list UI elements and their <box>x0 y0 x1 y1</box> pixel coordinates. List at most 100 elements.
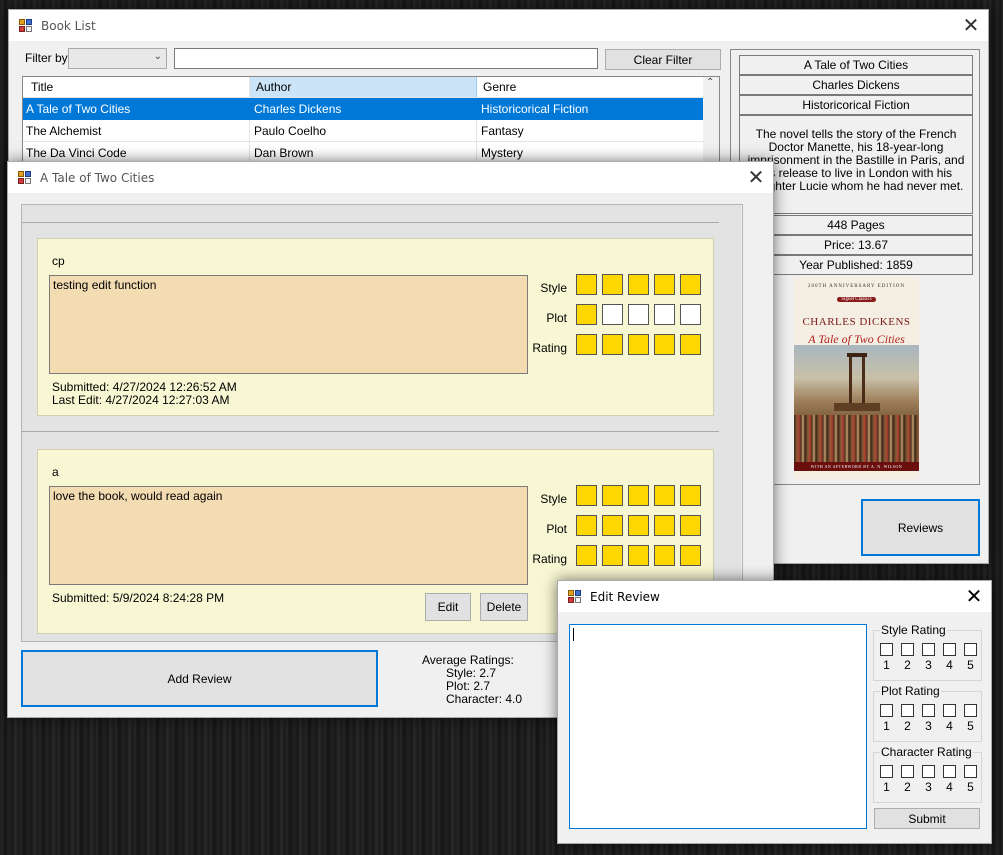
rating-checkbox-3[interactable] <box>922 765 935 778</box>
close-icon[interactable]: ✕ <box>963 585 985 607</box>
rating-checkbox-label: 1 <box>883 658 890 672</box>
star-filled <box>576 485 597 506</box>
star-filled <box>628 545 649 566</box>
app-icon <box>568 589 583 604</box>
edit-review-titlebar: Edit Review ✕ <box>558 581 991 612</box>
filter-input[interactable] <box>174 48 598 69</box>
cell-title: The Alchemist <box>23 120 250 142</box>
rating-checkbox-5[interactable] <box>964 765 977 778</box>
table-row[interactable]: The Alchemist Paulo Coelho Fantasy <box>23 120 704 142</box>
reviews-titlebar: A Tale of Two Cities ✕ <box>8 162 773 193</box>
star-filled <box>654 485 675 506</box>
table-scrollbar[interactable]: ⌃ <box>703 77 719 165</box>
average-ratings: Average Ratings: Style: 2.7 Plot: 2.7 Ch… <box>422 654 522 706</box>
rating-checkbox-2[interactable] <box>901 765 914 778</box>
rating-checkbox-4[interactable] <box>943 643 956 656</box>
star-filled <box>680 274 701 295</box>
star-filled <box>628 334 649 355</box>
review-user: cp <box>52 254 65 268</box>
delete-button[interactable]: Delete <box>480 593 528 621</box>
filter-select[interactable]: ⌄ <box>68 48 167 69</box>
column-header-genre[interactable]: Genre <box>477 77 704 97</box>
cell-title: A Tale of Two Cities <box>26 102 131 116</box>
rating-checkbox-4[interactable] <box>943 765 956 778</box>
star-empty <box>654 304 675 325</box>
detail-author: Charles Dickens <box>739 75 973 95</box>
style-rating-legend: Style Rating <box>880 623 947 637</box>
chevron-down-icon: ⌄ <box>153 51 162 62</box>
star-filled <box>628 515 649 536</box>
rating-checkbox-4[interactable] <box>943 704 956 717</box>
rating-checkbox-2[interactable] <box>901 643 914 656</box>
cell-genre: Fantasy <box>481 124 524 138</box>
style-rating-group: Style Rating 12345 <box>873 623 982 681</box>
star-filled <box>628 485 649 506</box>
star-empty <box>602 304 623 325</box>
style-label: Style <box>540 492 567 506</box>
rating-checkbox-1[interactable] <box>880 765 893 778</box>
star-filled <box>602 485 623 506</box>
review-separator <box>22 431 719 432</box>
rating-checkbox-5[interactable] <box>964 704 977 717</box>
add-review-button[interactable]: Add Review <box>21 650 378 707</box>
star-filled <box>576 304 597 325</box>
rating-checkbox-label: 3 <box>925 658 932 672</box>
star-filled <box>602 274 623 295</box>
rating-checkbox-label: 5 <box>967 780 974 794</box>
close-icon[interactable]: ✕ <box>745 166 767 188</box>
star-filled <box>680 545 701 566</box>
text-cursor <box>573 628 574 641</box>
review-separator <box>22 205 719 223</box>
book-cover-image: 200th Anniversary Edition Signet Classic… <box>794 277 919 479</box>
star-filled <box>602 334 623 355</box>
rating-checkbox-label: 2 <box>904 658 911 672</box>
star-filled <box>628 274 649 295</box>
window-title: A Tale of Two Cities <box>40 170 155 185</box>
rating-checkbox-label: 2 <box>904 719 911 733</box>
chevron-up-icon[interactable]: ⌃ <box>706 77 714 88</box>
review-text: love the book, would read again <box>49 486 528 585</box>
table-header: Title Author Genre <box>23 77 704 98</box>
cell-genre: Historicorical Fiction <box>481 102 589 116</box>
rating-checkbox-1[interactable] <box>880 643 893 656</box>
review-submitted: Submitted: 5/9/2024 8:24:28 PM <box>52 591 225 605</box>
review-textarea[interactable] <box>569 624 867 829</box>
star-filled <box>654 274 675 295</box>
rating-checkbox-label: 4 <box>946 658 953 672</box>
plot-label: Plot <box>546 311 567 325</box>
close-icon[interactable]: ✕ <box>960 14 982 36</box>
table-row[interactable]: A Tale of Two Cities Charles Dickens His… <box>23 98 704 120</box>
character-rating-group: Character Rating 12345 <box>873 745 982 803</box>
review-text: testing edit function <box>49 275 528 374</box>
rating-checkbox-2[interactable] <box>901 704 914 717</box>
reviews-list: cp testing edit function Submitted: 4/27… <box>21 204 743 642</box>
rating-checkbox-3[interactable] <box>922 643 935 656</box>
rating-checkbox-label: 1 <box>883 780 890 794</box>
reviews-button[interactable]: Reviews <box>861 499 980 556</box>
star-filled <box>602 545 623 566</box>
cell-author: Paulo Coelho <box>250 120 477 142</box>
column-header-author[interactable]: Author <box>250 77 477 97</box>
plot-label: Plot <box>546 522 567 536</box>
rating-checkbox-label: 5 <box>967 658 974 672</box>
app-icon <box>18 170 33 185</box>
cell-author: Charles Dickens <box>254 102 342 116</box>
avg-character: Character: 4.0 <box>446 692 523 706</box>
rating-checkbox-3[interactable] <box>922 704 935 717</box>
column-header-title[interactable]: Title <box>23 77 250 97</box>
edit-review-window: Edit Review ✕ Style Rating 12345 Plot Ra… <box>557 580 992 844</box>
clear-filter-button[interactable]: Clear Filter <box>605 49 721 70</box>
book-list-titlebar: Book List ✕ <box>9 10 988 41</box>
submit-button[interactable]: Submit <box>874 808 980 829</box>
plot-rating-group: Plot Rating 12345 <box>873 684 982 742</box>
rating-checkbox-label: 5 <box>967 719 974 733</box>
star-filled <box>576 545 597 566</box>
star-filled <box>680 515 701 536</box>
detail-title: A Tale of Two Cities <box>739 55 973 75</box>
rating-checkbox-5[interactable] <box>964 643 977 656</box>
cover-painting <box>794 345 919 463</box>
edit-button[interactable]: Edit <box>425 593 471 621</box>
reviews-scrollbar[interactable]: ⌃ <box>741 205 742 641</box>
star-filled <box>654 545 675 566</box>
rating-checkbox-1[interactable] <box>880 704 893 717</box>
